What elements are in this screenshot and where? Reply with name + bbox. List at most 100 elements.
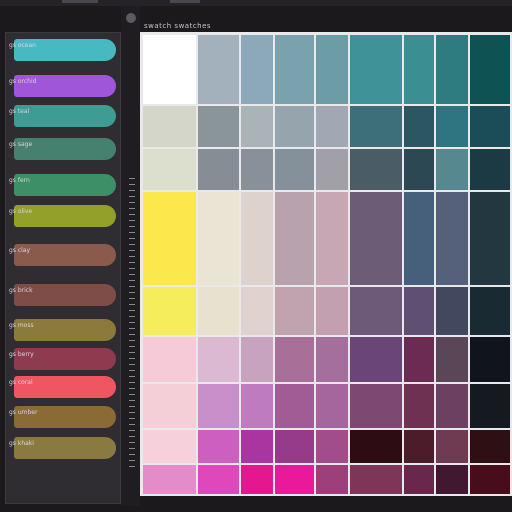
palette-color-cell[interactable]: [198, 106, 239, 147]
palette-color-cell[interactable]: [241, 149, 273, 190]
swatch-list-item[interactable]: gs moss: [6, 319, 122, 341]
palette-color-cell[interactable]: [241, 287, 273, 335]
swatch-list-item[interactable]: gs khaki: [6, 437, 122, 459]
palette-color-cell[interactable]: [241, 465, 273, 494]
palette-color-cell[interactable]: [143, 465, 196, 494]
palette-color-cell[interactable]: [275, 106, 314, 147]
swatch-list-item[interactable]: gs umber: [6, 406, 122, 428]
palette-color-cell[interactable]: [470, 149, 510, 190]
palette-color-cell[interactable]: [198, 430, 239, 463]
palette-color-cell[interactable]: [198, 35, 239, 104]
palette-color-cell[interactable]: [275, 287, 314, 335]
palette-color-cell[interactable]: [436, 149, 468, 190]
palette-color-cell[interactable]: [470, 192, 510, 285]
swatch-list-item[interactable]: gs clay: [6, 244, 122, 266]
palette-color-cell[interactable]: [436, 384, 468, 428]
palette-color-cell[interactable]: [241, 337, 273, 382]
palette-color-cell[interactable]: [436, 337, 468, 382]
palette-color-cell[interactable]: [316, 430, 348, 463]
swatch-list-item[interactable]: gs ocean: [6, 39, 122, 61]
palette-color-cell[interactable]: [143, 149, 196, 190]
palette-color-cell[interactable]: [436, 287, 468, 335]
palette-color-cell[interactable]: [143, 35, 196, 104]
palette-color-cell[interactable]: [350, 430, 402, 463]
palette-color-cell[interactable]: [316, 287, 348, 335]
palette-color-cell[interactable]: [470, 106, 510, 147]
palette-color-cell[interactable]: [404, 465, 434, 494]
palette-color-cell[interactable]: [350, 384, 402, 428]
panel-menu-icon[interactable]: [126, 13, 136, 23]
palette-color-cell[interactable]: [436, 192, 468, 285]
palette-color-cell[interactable]: [241, 384, 273, 428]
palette-color-cell[interactable]: [316, 337, 348, 382]
palette-color-cell[interactable]: [470, 35, 510, 104]
swatch-list-item[interactable]: gs sage: [6, 138, 122, 160]
palette-color-cell[interactable]: [404, 106, 434, 147]
palette-color-cell[interactable]: [350, 465, 402, 494]
palette-color-cell[interactable]: [404, 149, 434, 190]
palette-color-cell[interactable]: [143, 287, 196, 335]
palette-color-cell[interactable]: [275, 384, 314, 428]
swatch-list-item[interactable]: gs orchid: [6, 75, 122, 97]
palette-color-cell[interactable]: [316, 384, 348, 428]
top-bar-tab[interactable]: [62, 0, 98, 3]
top-bar-tab[interactable]: [170, 0, 200, 3]
swatch-list-item[interactable]: gs teal: [6, 105, 122, 127]
palette-color-cell[interactable]: [143, 106, 196, 147]
palette-color-cell[interactable]: [241, 430, 273, 463]
palette-color-cell[interactable]: [275, 465, 314, 494]
palette-color-cell[interactable]: [143, 384, 196, 428]
palette-color-cell[interactable]: [198, 337, 239, 382]
palette-color-cell[interactable]: [404, 384, 434, 428]
palette-color-cell[interactable]: [436, 430, 468, 463]
palette-color-cell[interactable]: [316, 192, 348, 285]
swatch-list-item[interactable]: gs fern: [6, 174, 122, 196]
palette-color-cell[interactable]: [275, 430, 314, 463]
palette-color-cell[interactable]: [198, 465, 239, 494]
palette-color-cell[interactable]: [470, 287, 510, 335]
palette-color-cell[interactable]: [350, 192, 402, 285]
palette-color-cell[interactable]: [143, 192, 196, 285]
swatch-label: gs brick: [9, 287, 63, 294]
panel-title: swatch swatches: [144, 22, 212, 30]
palette-color-cell[interactable]: [350, 106, 402, 147]
palette-color-cell[interactable]: [241, 192, 273, 285]
palette-color-cell[interactable]: [316, 465, 348, 494]
palette-color-cell[interactable]: [404, 337, 434, 382]
palette-color-cell[interactable]: [404, 192, 434, 285]
palette-color-cell[interactable]: [470, 430, 510, 463]
palette-color-cell[interactable]: [436, 35, 468, 104]
palette-color-cell[interactable]: [143, 430, 196, 463]
palette-color-cell[interactable]: [198, 384, 239, 428]
palette-color-cell[interactable]: [275, 337, 314, 382]
palette-color-cell[interactable]: [316, 35, 348, 104]
palette-color-cell[interactable]: [436, 465, 468, 494]
swatch-list-item[interactable]: gs brick: [6, 284, 122, 306]
scroll-scale-ticks: [129, 178, 135, 470]
palette-color-cell[interactable]: [241, 35, 273, 104]
palette-color-cell[interactable]: [275, 35, 314, 104]
palette-color-cell[interactable]: [198, 149, 239, 190]
palette-color-cell[interactable]: [350, 35, 402, 104]
palette-color-cell[interactable]: [241, 106, 273, 147]
palette-color-cell[interactable]: [404, 430, 434, 463]
palette-color-cell[interactable]: [316, 106, 348, 147]
palette-color-cell[interactable]: [275, 192, 314, 285]
palette-color-cell[interactable]: [350, 287, 402, 335]
palette-color-cell[interactable]: [470, 337, 510, 382]
palette-color-cell[interactable]: [404, 35, 434, 104]
palette-color-cell[interactable]: [275, 149, 314, 190]
palette-color-cell[interactable]: [470, 465, 510, 494]
swatch-list-item[interactable]: gs olive: [6, 205, 122, 227]
palette-color-cell[interactable]: [350, 337, 402, 382]
palette-color-cell[interactable]: [198, 192, 239, 285]
palette-color-cell[interactable]: [404, 287, 434, 335]
palette-color-cell[interactable]: [350, 149, 402, 190]
swatch-list-item[interactable]: gs coral: [6, 376, 122, 398]
palette-color-cell[interactable]: [436, 106, 468, 147]
palette-color-cell[interactable]: [198, 287, 239, 335]
palette-color-cell[interactable]: [143, 337, 196, 382]
palette-color-cell[interactable]: [316, 149, 348, 190]
palette-color-cell[interactable]: [470, 384, 510, 428]
swatch-list-item[interactable]: gs berry: [6, 348, 122, 370]
